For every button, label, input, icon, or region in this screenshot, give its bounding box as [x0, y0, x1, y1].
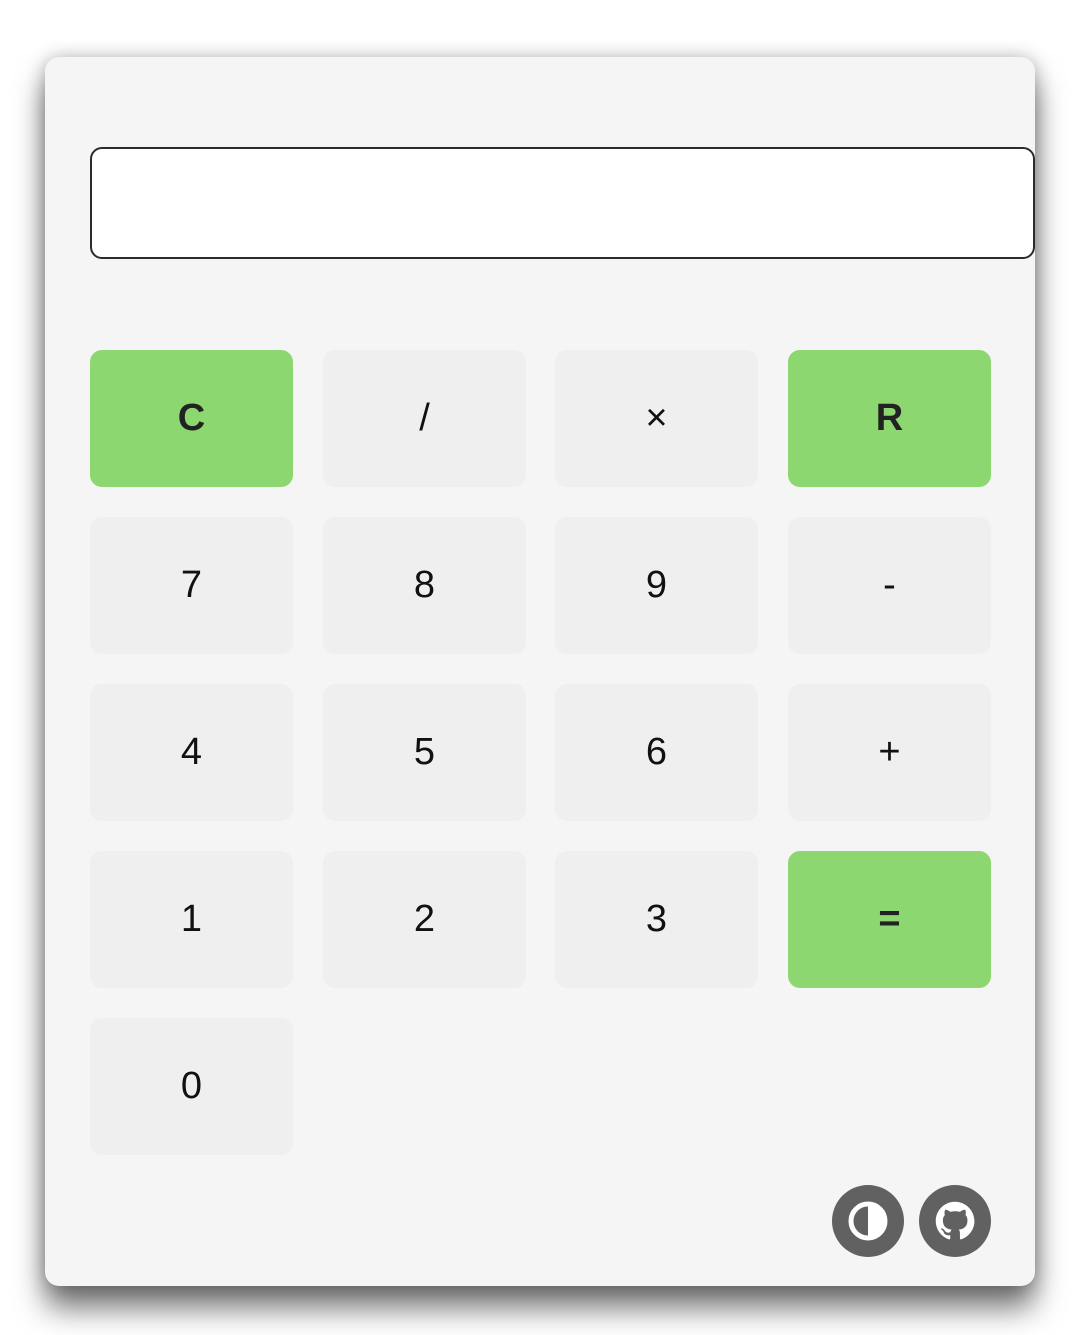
digit-0-button[interactable]: 0 — [90, 1018, 293, 1155]
multiply-button[interactable]: × — [555, 350, 758, 487]
plus-button[interactable]: + — [788, 684, 991, 821]
display-input[interactable] — [90, 147, 1035, 259]
calculator-card: C / × R 7 8 9 - 4 5 6 + 1 2 3 = 0 — [45, 57, 1035, 1286]
digit-1-button[interactable]: 1 — [90, 851, 293, 988]
contrast-icon — [848, 1201, 888, 1241]
digit-3-button[interactable]: 3 — [555, 851, 758, 988]
digit-4-button[interactable]: 4 — [90, 684, 293, 821]
reset-button[interactable]: R — [788, 350, 991, 487]
digit-5-button[interactable]: 5 — [323, 684, 526, 821]
github-link-button[interactable] — [919, 1185, 991, 1257]
equals-button[interactable]: = — [788, 851, 991, 988]
digit-7-button[interactable]: 7 — [90, 517, 293, 654]
digit-6-button[interactable]: 6 — [555, 684, 758, 821]
digit-2-button[interactable]: 2 — [323, 851, 526, 988]
divide-button[interactable]: / — [323, 350, 526, 487]
theme-toggle-button[interactable] — [832, 1185, 904, 1257]
github-icon — [935, 1201, 975, 1240]
digit-8-button[interactable]: 8 — [323, 517, 526, 654]
minus-button[interactable]: - — [788, 517, 991, 654]
clear-button[interactable]: C — [90, 350, 293, 487]
digit-9-button[interactable]: 9 — [555, 517, 758, 654]
